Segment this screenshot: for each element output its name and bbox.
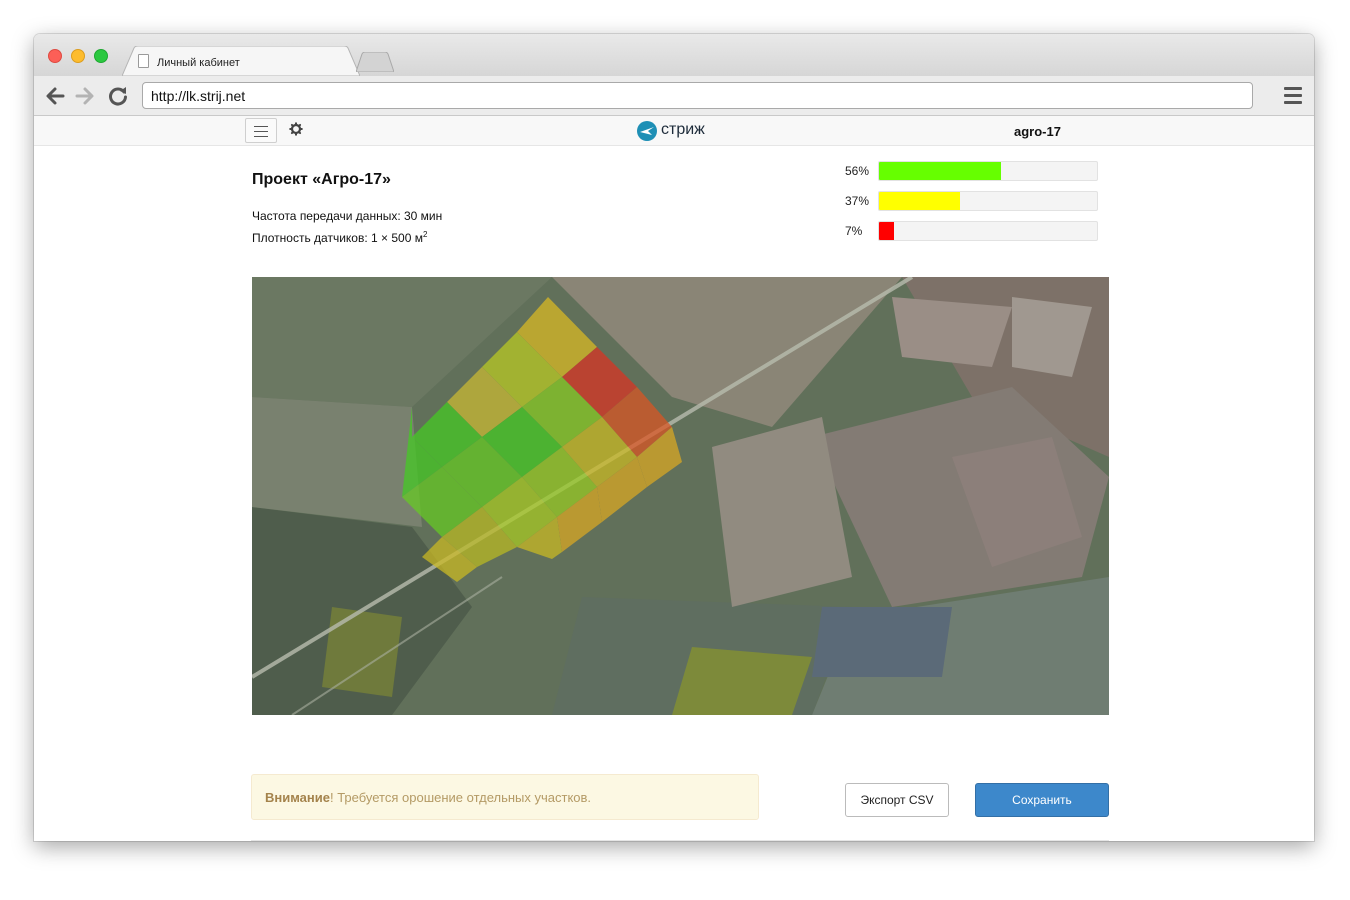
title-bar: Личный кабинет bbox=[34, 34, 1314, 76]
site-header: стриж agro-17 bbox=[34, 116, 1314, 146]
tab-title: Личный кабинет bbox=[157, 57, 240, 69]
logo-text: стриж bbox=[661, 121, 705, 138]
irrigation-alert: Внимание! Требуется орошение отдельных у… bbox=[251, 774, 759, 820]
back-arrow-icon[interactable] bbox=[43, 84, 67, 108]
transmission-frequency: Частота передачи данных: 30 мин bbox=[252, 209, 443, 223]
alert-text: Внимание! Требуется орошение отдельных у… bbox=[265, 790, 592, 805]
progress-track bbox=[878, 191, 1098, 211]
stat-label: 7% bbox=[845, 224, 863, 238]
maximize-window-button[interactable] bbox=[94, 49, 108, 63]
progress-fill bbox=[879, 162, 1002, 180]
browser-toolbar: http://lk.strij.net bbox=[34, 76, 1314, 116]
save-button[interactable]: Сохранить bbox=[975, 783, 1109, 817]
stat-bar-warning: 37% bbox=[845, 191, 1105, 211]
browser-tab[interactable]: Личный кабинет bbox=[122, 46, 360, 76]
satellite-map[interactable] bbox=[252, 277, 1109, 715]
page-title: Проект «Агро-17» bbox=[252, 171, 391, 188]
username[interactable]: agro-17 bbox=[1014, 124, 1061, 139]
progress-fill bbox=[879, 192, 960, 210]
browser-menu-icon[interactable] bbox=[1284, 87, 1302, 104]
close-window-button[interactable] bbox=[48, 49, 62, 63]
page-icon bbox=[138, 54, 149, 68]
sensor-density: Плотность датчиков: 1 × 500 м2 bbox=[252, 230, 428, 245]
map-canvas bbox=[252, 277, 1109, 715]
divider bbox=[251, 840, 1109, 841]
swift-bird-icon bbox=[637, 121, 657, 141]
progress-fill bbox=[879, 222, 895, 240]
reload-icon[interactable] bbox=[106, 84, 130, 108]
address-bar[interactable]: http://lk.strij.net bbox=[142, 82, 1253, 109]
browser-window: Личный кабинет http://lk.strij.net стриж… bbox=[34, 34, 1314, 841]
stat-bar-good: 56% bbox=[845, 161, 1105, 181]
gear-icon[interactable] bbox=[288, 121, 304, 137]
menu-icon[interactable] bbox=[245, 118, 277, 143]
url-text: http://lk.strij.net bbox=[151, 88, 246, 104]
progress-track bbox=[878, 161, 1098, 181]
stat-label: 37% bbox=[845, 194, 870, 208]
forward-arrow-icon[interactable] bbox=[73, 84, 97, 108]
export-csv-button[interactable]: Экспорт CSV bbox=[845, 783, 949, 817]
new-tab-button[interactable] bbox=[355, 51, 395, 73]
stat-label: 56% bbox=[845, 164, 870, 178]
minimize-window-button[interactable] bbox=[71, 49, 85, 63]
progress-track bbox=[878, 221, 1098, 241]
stat-bar-critical: 7% bbox=[845, 221, 1105, 241]
